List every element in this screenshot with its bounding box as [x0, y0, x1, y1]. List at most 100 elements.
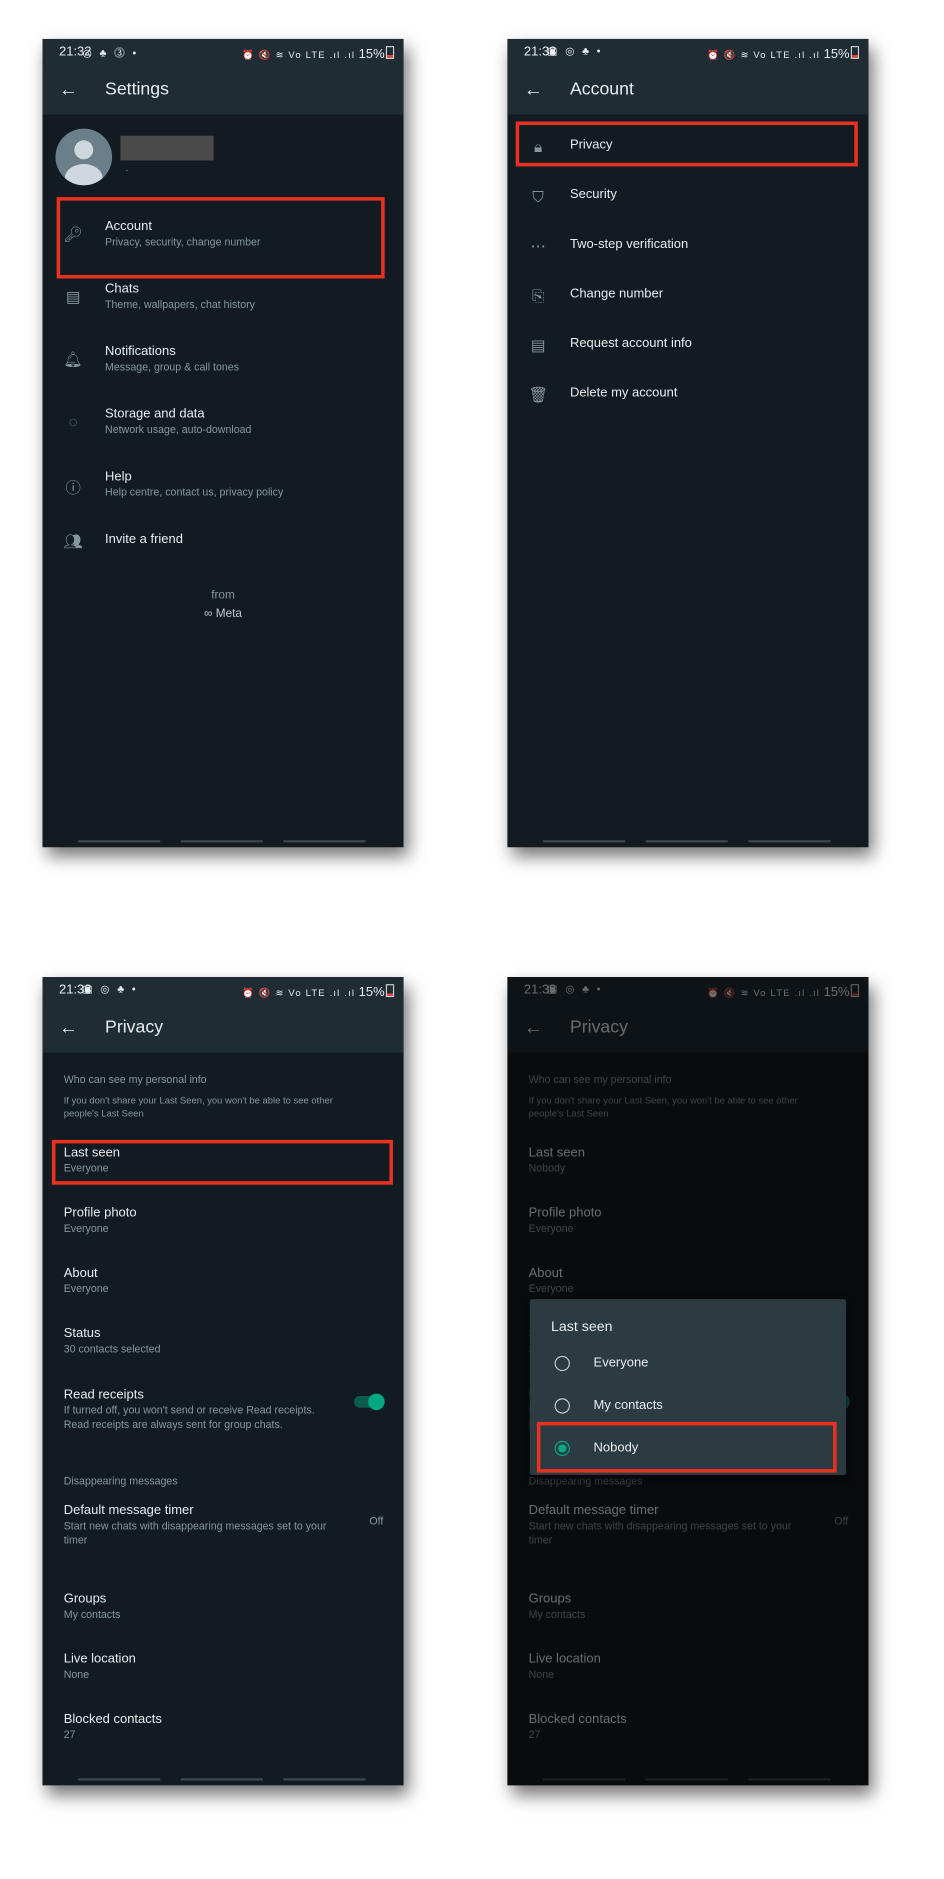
- nav-bar-handle[interactable]: [283, 840, 366, 843]
- nav-bar-handle[interactable]: [748, 840, 831, 843]
- settings-screen: 21:32 ◎ ♣ ⓷ • ⏰ 🔇 ≋ Vo LTE .ıl .ıl 15% ← Sett…: [42, 38, 404, 848]
- status-bar: 21:33▣ ◎ ♣ •⏰ 🔇 ≋ Vo LTE .ıl .ıl15%: [42, 977, 404, 1013]
- privacy-item-read-receipts[interactable]: Read receipts If turned off, you won't se…: [42, 1384, 403, 1430]
- privacy-last-seen-dialog-screen: 21:33▣ ◎ ♣ •⏰ 🔇 ≋ Vo LTE .ıl .ıl15%←Priv…: [507, 977, 869, 1786]
- profile-name-redacted: [120, 135, 214, 161]
- item-title: Help: [105, 469, 132, 484]
- account-item-request-account-info[interactable]: ▤ Request account info: [507, 333, 868, 361]
- settings-item-help[interactable]: ⓘ Help Help centre, contact us, privacy po…: [42, 466, 403, 506]
- account-item-security[interactable]: ⛉ Security: [507, 184, 868, 212]
- item-title: Live location: [63, 1651, 136, 1667]
- status-bar: 21:33▣ ◎ ♣ •⏰ 🔇 ≋ Vo LTE .ıl .ıl15%: [507, 38, 869, 75]
- account-item-delete-my-account[interactable]: 🗑︎ Delete my account: [507, 382, 868, 410]
- nav-bar-handle[interactable]: [77, 840, 161, 843]
- chat-icon: ▤: [65, 287, 81, 306]
- highlight-last-seen: [51, 1139, 393, 1185]
- privacy-item-status[interactable]: Status30 contacts selected: [42, 1323, 403, 1363]
- item-title: Default message timer: [63, 1503, 194, 1518]
- privacy-item-blocked-contacts[interactable]: Blocked contacts27: [42, 1709, 403, 1749]
- qr-cell: [381, 158, 388, 165]
- people-icon: 👥︎: [63, 532, 83, 550]
- item-title: Groups: [63, 1591, 107, 1606]
- settings-item-notifications[interactable]: 🔔︎ Notifications Message, group & call ton…: [42, 341, 403, 381]
- page-title: Settings: [105, 79, 169, 100]
- status-left-icons: ◎ ♣ ⓷ •: [82, 47, 139, 59]
- settings-item-chats[interactable]: ▤ Chats Theme, wallpapers, chat history: [42, 278, 403, 318]
- account-item-change-number[interactable]: ⎘ Change number: [507, 283, 868, 311]
- footer-from: from: [211, 588, 235, 602]
- read-receipts-toggle[interactable]: [353, 1393, 385, 1411]
- battery-icon: [385, 984, 395, 998]
- storage-icon: ◌: [68, 412, 78, 431]
- item-title: Chats: [105, 282, 139, 297]
- item-subtitle: Everyone: [63, 1282, 109, 1295]
- item-subtitle: My contacts: [63, 1608, 121, 1621]
- profile-avatar[interactable]: [55, 128, 113, 186]
- dots-icon: ⋯: [530, 237, 546, 255]
- page-title: Privacy: [105, 1017, 164, 1038]
- highlight-account: [56, 197, 385, 279]
- privacy-item-default-message-timer[interactable]: Default message timerStart new chats wit…: [42, 1500, 403, 1545]
- profile-status: ·: [125, 164, 129, 176]
- item-title: Read receipts: [63, 1387, 144, 1402]
- account-item-two-step-verification[interactable]: ⋯ Two-step verification: [507, 234, 868, 262]
- option-my-contacts[interactable]: My contacts: [530, 1394, 846, 1425]
- item-subtitle: Message, group & call tones: [105, 361, 240, 373]
- settings-item-storage-and-data[interactable]: ◌ Storage and data Network usage, auto-dow…: [42, 404, 403, 444]
- item-title: Blocked contacts: [63, 1712, 162, 1727]
- radio-button[interactable]: [554, 1355, 570, 1372]
- qr-cell: [381, 149, 388, 156]
- item-title: Notifications: [105, 344, 176, 359]
- privacy-item-profile-photo[interactable]: Profile photoEveryone: [42, 1202, 403, 1242]
- trash-icon: 🗑︎: [528, 385, 548, 404]
- settings-item-invite-a-friend[interactable]: 👥︎ Invite a friend: [42, 529, 403, 557]
- status-right: ⏰ 🔇 ≋ Vo LTE .ıl .ıl15%: [242, 45, 395, 61]
- status-right-icons: ⏰ 🔇 ≋ Vo LTE .ıl .ıl: [242, 49, 356, 61]
- item-title: Two-step verification: [569, 237, 689, 252]
- nav-bar-handle[interactable]: [542, 840, 626, 843]
- account-screen: 21:33 ▣ ◎ ♣ • ⏰ 🔇 ≋ Vo LTE .ıl .ıl 15% ← Acco…: [507, 38, 869, 848]
- section-desc-line2: people's Last Seen: [63, 1108, 144, 1119]
- privacy-item-groups[interactable]: Groups My contacts: [42, 1588, 403, 1628]
- battery-percent: 15%: [358, 985, 385, 1000]
- section-header-personal-info: Who can see my personal info: [63, 1073, 207, 1086]
- status-left-icons: ▣ ◎ ♣ •: [82, 982, 138, 995]
- back-arrow-icon[interactable]: ←: [524, 80, 543, 101]
- highlight-privacy: [515, 121, 858, 167]
- document-icon: ▤: [530, 336, 546, 354]
- option-everyone[interactable]: Everyone: [530, 1351, 846, 1382]
- option-label: My contacts: [593, 1398, 663, 1413]
- nav-bar-handle[interactable]: [180, 840, 264, 843]
- app-header: ← Account: [507, 74, 869, 115]
- privacy-screen: 21:33 ▣ ◎ ♣ • ⏰ 🔇 ≋ Vo LTE .ıl .ıl 15% ← Priv…: [42, 977, 404, 1786]
- item-title: Status: [63, 1326, 101, 1341]
- qr-code-icon[interactable]: [372, 149, 389, 166]
- status-right-icons: ⏰ 🔇 ≋ Vo LTE .ıl .ıl: [706, 49, 821, 61]
- bell-icon: 🔔︎: [63, 350, 83, 369]
- back-arrow-icon[interactable]: ←: [59, 1018, 78, 1039]
- status-right: ⏰ 🔇 ≋ Vo LTE .ıl .ıl15%: [242, 983, 395, 1000]
- item-subtitle: 27: [63, 1728, 76, 1741]
- nav-bar-handle[interactable]: [180, 1778, 264, 1781]
- privacy-item-live-location[interactable]: Live locationNone: [42, 1648, 403, 1688]
- back-arrow-icon[interactable]: ←: [59, 80, 78, 101]
- item-title: Invite a friend: [105, 532, 183, 547]
- nav-bar-handle[interactable]: [77, 1778, 161, 1781]
- item-title: About: [63, 1266, 98, 1281]
- radio-button[interactable]: [554, 1398, 570, 1414]
- status-right: ⏰ 🔇 ≋ Vo LTE .ıl .ıl15%: [706, 45, 860, 61]
- status-right-icons: ⏰ 🔇 ≋ Vo LTE .ıl .ıl: [242, 987, 356, 999]
- status-left-icons: ▣ ◎ ♣ •: [547, 44, 603, 57]
- item-subtitle: If turned off, you won't send or receive…: [63, 1404, 315, 1416]
- nav-bar-handle[interactable]: [283, 1778, 366, 1781]
- help-icon: ⓘ: [65, 479, 81, 497]
- privacy-item-about[interactable]: AboutEveryone: [42, 1263, 403, 1303]
- item-subtitle: Everyone: [63, 1222, 109, 1235]
- nav-bar-handle[interactable]: [645, 840, 729, 843]
- item-title: Storage and data: [105, 407, 205, 422]
- change-number-icon: ⎘: [531, 286, 545, 305]
- read-receipts-desc-line2: Read receipts are always sent for group …: [63, 1418, 283, 1431]
- qr-cell: [372, 158, 379, 165]
- tutorial-stage: 21:32 ◎ ♣ ⓷ • ⏰ 🔇 ≋ Vo LTE .ıl .ıl 15% ← Sett…: [0, 0, 944, 1879]
- item-subtitle: Help centre, contact us, privacy policy: [105, 486, 284, 498]
